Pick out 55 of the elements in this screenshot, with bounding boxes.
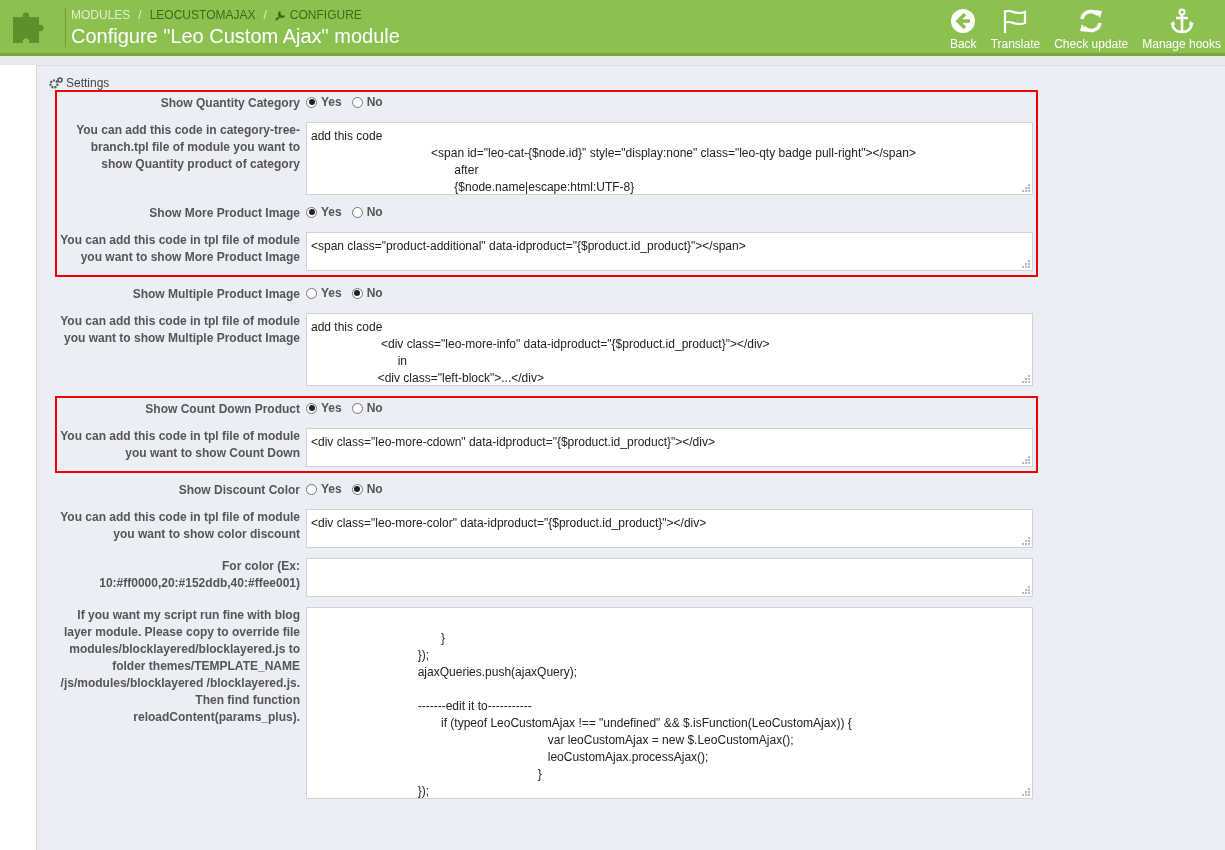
code-textarea[interactable]: add this code <div class="leo-more-info" data-idproduct="{$product.id_product}"></div> in <div class="left-block">...</div> bbox=[306, 313, 1033, 386]
flag-icon bbox=[1002, 8, 1029, 34]
radio-button[interactable] bbox=[306, 287, 317, 299]
anchor-icon bbox=[1168, 8, 1195, 34]
radio-button[interactable] bbox=[351, 287, 363, 299]
radio-button[interactable] bbox=[351, 96, 363, 108]
radio-button[interactable] bbox=[351, 206, 363, 218]
field-label: You can add this code in tpl file of module you want to show Count Down bbox=[59, 428, 300, 462]
resize-grip-icon bbox=[1022, 375, 1030, 383]
field-label: For color (Ex: 10:#ff0000,20:#152ddb,40:#ffee001) bbox=[98, 558, 300, 592]
resize-grip-icon bbox=[1022, 260, 1030, 268]
field-label: Show More Product Image bbox=[148, 205, 300, 222]
breadcrumb-separator: / bbox=[138, 8, 142, 22]
field-label: Show Quantity Category bbox=[159, 95, 300, 112]
resize-grip-icon bbox=[1022, 184, 1030, 192]
radio-option[interactable]: Yes bbox=[306, 482, 342, 496]
radio-button[interactable] bbox=[306, 206, 317, 218]
gears-icon bbox=[49, 77, 63, 89]
page-title: Configure "Leo Custom Ajax" module bbox=[71, 25, 401, 48]
field-label: Show Count Down Product bbox=[144, 401, 300, 418]
resize-grip-icon bbox=[1022, 788, 1030, 796]
field-label: Show Multiple Product Image bbox=[131, 286, 300, 303]
resize-grip-icon bbox=[1022, 456, 1030, 464]
resize-grip-icon bbox=[1022, 537, 1030, 545]
code-textarea[interactable]: } }); ajaxQueries.push(ajaxQuery); -------edit it to----------- if (typeof LeoCustomAjax !== "undefined" && $.isFunction(LeoCustomAjax)) { var leoCustomAjax = new $.LeoCustomAjax(); leoCustomAjax.processAjax(); } }); bbox=[306, 607, 1033, 799]
radio-button[interactable] bbox=[306, 483, 317, 495]
field-label: You can add this code in tpl file of module you want to show More Product Image bbox=[59, 232, 300, 266]
radio-button[interactable] bbox=[306, 402, 317, 414]
radio-option[interactable]: No bbox=[351, 482, 383, 496]
radio-option[interactable]: No bbox=[351, 401, 383, 415]
code-textarea[interactable]: add this code <span id="leo-cat-{$node.id}" style="display:none" class="leo-qty badge pull-right"></span> after {$node.name|escape:html:UTF-8} bbox=[306, 122, 1033, 195]
radio-option[interactable]: No bbox=[351, 95, 383, 109]
panel-title: Settings bbox=[66, 76, 110, 90]
breadcrumb-current: CONFIGURE bbox=[289, 8, 362, 22]
refresh-icon bbox=[1078, 8, 1105, 34]
radio-option[interactable]: No bbox=[351, 205, 383, 219]
field-label: Show Discount Color bbox=[177, 482, 300, 499]
radio-option[interactable]: No bbox=[351, 286, 383, 300]
radio-option[interactable]: Yes bbox=[306, 205, 342, 219]
wrench-icon bbox=[274, 9, 286, 21]
field-label: You can add this code in tpl file of module you want to show color discount bbox=[59, 509, 300, 543]
resize-grip-icon bbox=[1022, 586, 1030, 594]
code-textarea[interactable]: <div class="leo-more-cdown" data-idproduct="{$product.id_product}"></div> bbox=[306, 428, 1033, 467]
radio-option[interactable]: Yes bbox=[306, 286, 342, 300]
code-textarea[interactable]: <span class="product-additional" data-idproduct="{$product.id_product}"></span> bbox=[306, 232, 1033, 271]
code-textarea[interactable]: <div class="leo-more-color" data-idproduct="{$product.id_product}"></div> bbox=[306, 509, 1033, 548]
field-label: You can add this code in category-tree-branch.tpl file of module you want to show Quantity product of category bbox=[75, 122, 300, 173]
field-label: You can add this code in tpl file of module you want to show Multiple Product Image bbox=[59, 313, 300, 347]
radio-option[interactable]: Yes bbox=[306, 95, 342, 109]
radio-option[interactable]: Yes bbox=[306, 401, 342, 415]
breadcrumb-separator: / bbox=[263, 8, 267, 22]
radio-button[interactable] bbox=[306, 96, 317, 108]
field-label: If you want my script run fine with blog layer module. Please copy to override file modules/blocklayered/blocklayered.js to folder themes/TEMPLATE_NAME /js/modules/blocklayered /blocklayered.js. Then find function reloadContent(params_plus). bbox=[59, 607, 300, 726]
radio-button[interactable] bbox=[351, 483, 363, 495]
radio-button[interactable] bbox=[351, 402, 363, 414]
